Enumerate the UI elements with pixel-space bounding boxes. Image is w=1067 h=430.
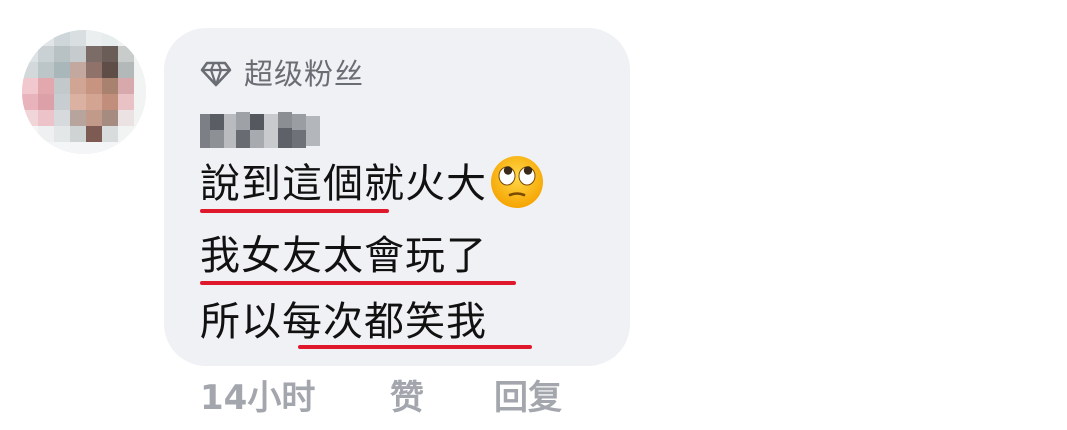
- comment-line-2: 我女友太會玩了: [200, 233, 487, 279]
- reply-button[interactable]: 回复: [494, 374, 562, 422]
- comment-line-1: 說到這個就火大: [200, 156, 545, 212]
- face-with-rolling-eyes-emoji: [489, 154, 545, 210]
- blurred-username[interactable]: [200, 108, 324, 152]
- comment-text-1: 說到這個就火大: [200, 161, 487, 207]
- comment-item: 超级粉丝 說到這個就火大 我女友太會玩了 所以每次都笑我 14小时 赞 回复: [0, 0, 1067, 430]
- comment-bubble[interactable]: 超级粉丝 說到這個就火大 我女友太會玩了 所以每次都笑我: [164, 28, 630, 366]
- red-underline-1: [200, 209, 389, 213]
- avatar[interactable]: [22, 30, 146, 154]
- timestamp: 14小时: [200, 378, 316, 418]
- red-underline-3: [298, 345, 532, 349]
- red-underline-2: [200, 281, 516, 285]
- diamond-icon: [200, 61, 232, 87]
- comment-line-3: 所以每次都笑我: [200, 299, 487, 345]
- pixelated-avatar-image: [22, 30, 146, 154]
- pixelated-username-image: [200, 112, 320, 148]
- super-fan-badge: 超级粉丝: [200, 56, 364, 92]
- like-button[interactable]: 赞: [390, 374, 424, 422]
- badge-label: 超级粉丝: [244, 57, 365, 91]
